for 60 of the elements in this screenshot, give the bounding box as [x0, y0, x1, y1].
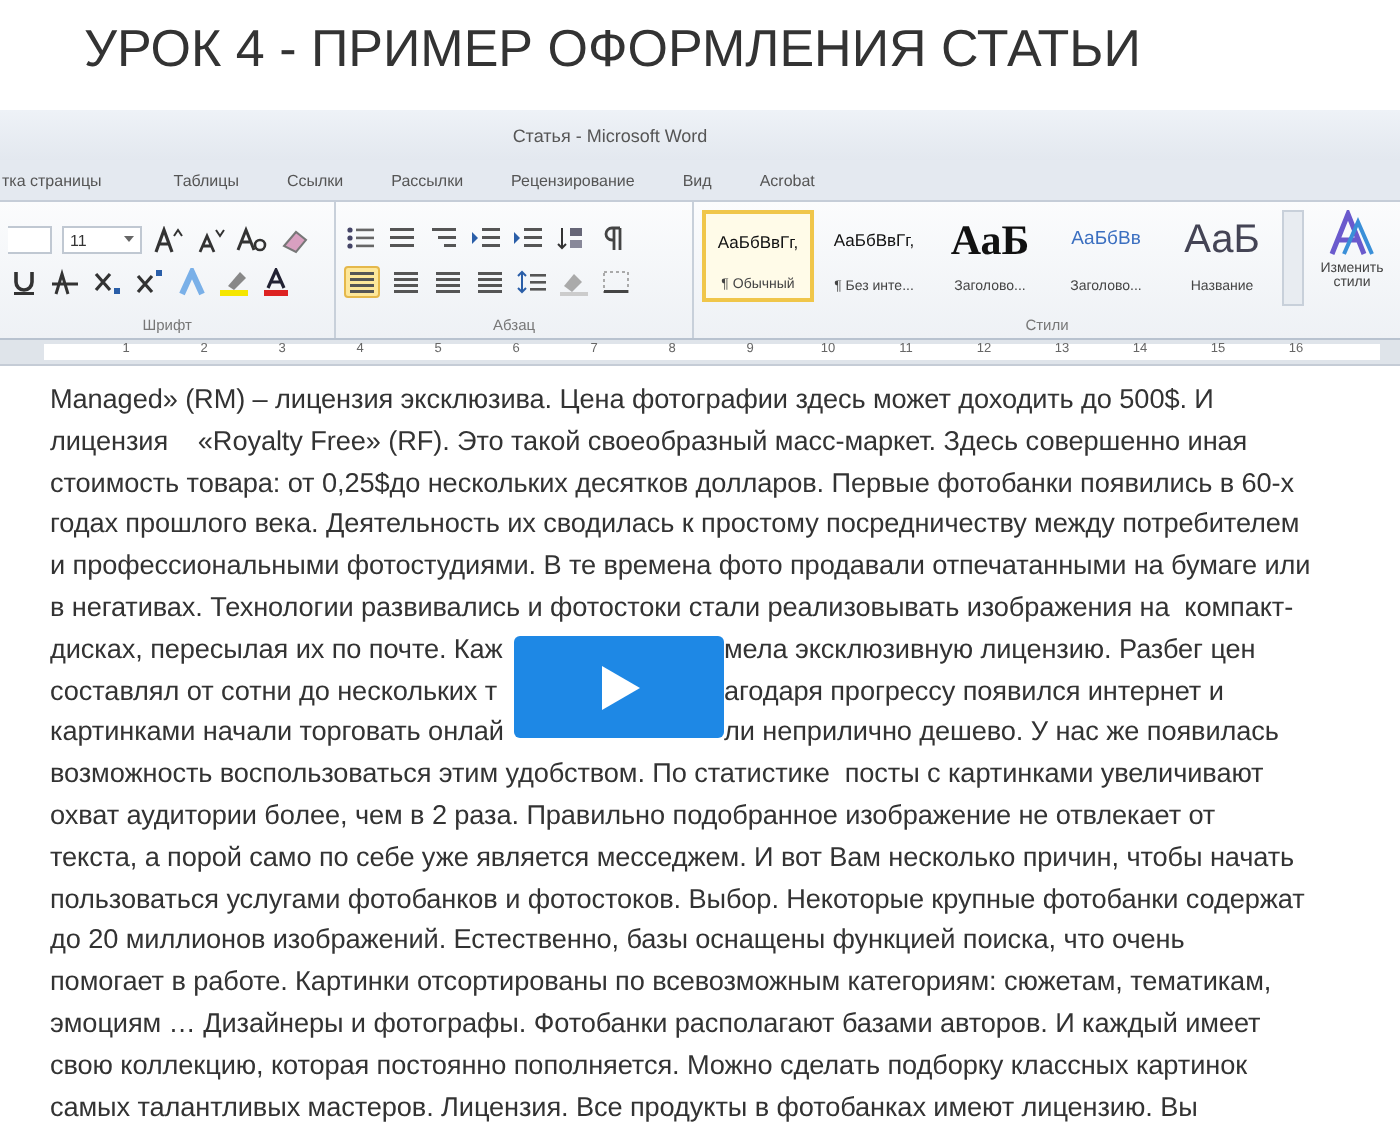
document-text: ли неприлично дешево. У нас же появилась	[724, 714, 1281, 751]
document-text: охват аудитории более, чем в 2 раза. Правильно подобранное изображение не отвлекает от	[50, 797, 1216, 834]
document-text: агодаря прогрессу появился интернет и	[724, 673, 1226, 710]
document-text: текста, а порой само по себе уже является месседжем. И вот Вам несколько причин, чтобы начать	[50, 839, 1295, 876]
subscript-icon[interactable]	[92, 268, 124, 296]
document-text: возможность воспользоваться этим удобством. По статистике посты с картинками увеличивают	[50, 756, 1264, 793]
decrease-indent-icon[interactable]	[470, 224, 503, 252]
style-sample: АаБ	[1184, 220, 1260, 260]
play-icon	[597, 663, 641, 711]
change-case-icon[interactable]	[236, 226, 268, 254]
document-text: эмоциям … Дизайнеры и фотографы. Фотобанки располагают базами авторов. И каждый имеет	[50, 1005, 1261, 1042]
window-title: Статья - Microsoft Word	[512, 125, 708, 145]
font-size-field[interactable]: 11	[62, 226, 142, 254]
ribbon-tab[interactable]: Ссылки	[262, 169, 368, 191]
document-text: в негативах. Технологии развивались и фотостоки стали реализовывать изображения на компакт-	[50, 589, 1294, 626]
document-text: годах прошлого века. Деятельность их сводилась к простому посредничеству между потребителем	[50, 506, 1300, 543]
document-text: составлял от сотни до нескольких т	[50, 673, 498, 710]
document-text: лицензия «Royalty Free» (RF). Это такой своеобразный масс-маркет. Здесь совершенно иная	[50, 423, 1248, 460]
borders-icon[interactable]	[600, 268, 633, 296]
line-spacing-icon[interactable]	[516, 268, 549, 296]
change-styles-icon	[1326, 210, 1378, 258]
document-text: стоимость товара: от 0,25$до нескольких десятков долларов. Первые фотобанки появились в 60-х	[50, 465, 1294, 502]
ribbon-tab[interactable]: тка страницы	[0, 169, 126, 191]
document-text: Managed» (RM) – лицензия эксклюзива. Цена фотографии здесь может доходить до 500$. И	[50, 382, 1214, 418]
highlighter-icon[interactable]	[218, 268, 250, 296]
ribbon-tab[interactable]: Acrobat	[735, 169, 839, 191]
style-sample: АаБбВвГг,	[833, 228, 915, 254]
underline-icon[interactable]	[8, 268, 40, 296]
sort-icon[interactable]	[554, 224, 587, 252]
bullet-list-icon[interactable]	[344, 224, 377, 252]
ribbon-tab[interactable]: Рассылки	[367, 169, 488, 191]
dropdown-arrow-icon[interactable]	[124, 236, 134, 244]
multilevel-list-icon[interactable]	[428, 224, 461, 252]
document-text: дисках, пересылая их по почте. Каж	[50, 631, 503, 668]
ribbon-tab[interactable]: Вид	[658, 169, 736, 191]
font-color-icon[interactable]	[260, 268, 292, 296]
play-button[interactable]	[514, 636, 724, 738]
style-sample: АаБбВвГг,	[717, 230, 799, 256]
shrink-font-icon[interactable]	[194, 226, 226, 254]
align-left-icon[interactable]	[346, 268, 379, 296]
font-name-field[interactable]	[8, 226, 52, 254]
grow-font-icon[interactable]	[152, 226, 184, 254]
increase-indent-icon[interactable]	[512, 224, 545, 252]
style-sample: АаБ	[950, 220, 1030, 260]
eraser-icon[interactable]	[278, 226, 310, 254]
document-text: помогает в работе. Картинки отсортированы по всевозможным категориям: сюжетам, тематикам,	[50, 964, 1272, 1001]
document-text: и профессиональными фотостудиями. В те времена фото продавали отпечатанными на бумаге или	[50, 548, 1311, 585]
document-text: самых талантливых мастеров. Лицензия. Все продукты в фотобанках имеют лицензию. Вы	[50, 1089, 1198, 1126]
document-text: мела эксклюзивную лицензию. Разбег цен	[724, 631, 1258, 668]
document-text: до 20 миллионов изображений. Естественно, базы оснащены функцией поиска, что очень	[50, 922, 1185, 959]
lesson-title: УРОК 4 - ПРИМЕР ОФОРМЛЕНИЯ СТАТЬИ	[84, 16, 1141, 82]
document-text: картинками начали торговать онлай	[50, 714, 504, 751]
superscript-icon[interactable]	[134, 268, 166, 296]
document-text: свою коллекцию, которая постоянно пополняется. Можно сделать подборку классных картинок	[50, 1047, 1247, 1084]
strikethrough-icon[interactable]	[50, 268, 82, 296]
style-sample: АаБбВв	[1071, 226, 1141, 254]
document-text: пользоваться услугами фотобанков и фотостоков. Выбор. Некоторые крупные фотобанки содержат	[50, 881, 1305, 918]
gallery-scrollbar[interactable]	[1282, 210, 1304, 306]
ribbon-tab[interactable]: Рецензирование	[487, 169, 659, 191]
ribbon-tab[interactable]: Таблицы	[149, 169, 263, 191]
